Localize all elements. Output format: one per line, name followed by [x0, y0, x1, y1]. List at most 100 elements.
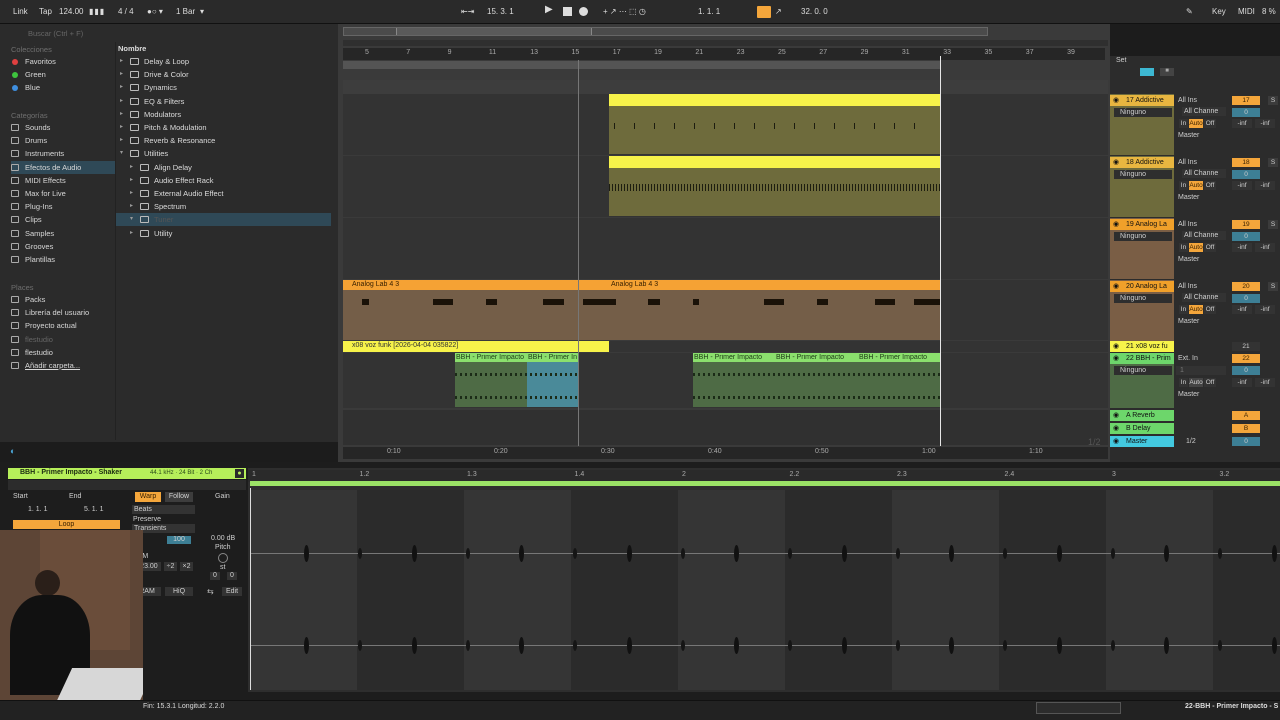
pitch-knob[interactable]: [218, 553, 228, 563]
tree-item[interactable]: ▸ Drive & Color: [116, 68, 331, 81]
category-item[interactable]: Clips: [11, 213, 115, 226]
search-input[interactable]: Buscar (Ctrl + F): [6, 28, 114, 40]
category-item[interactable]: Plantillas: [11, 253, 115, 266]
clip-bbh-3-body[interactable]: [693, 362, 940, 407]
loop-start-field[interactable]: 1. 1. 1: [698, 7, 720, 17]
arrangement-position[interactable]: 15. 3. 1: [487, 7, 514, 17]
quantize-select[interactable]: 1 Bar: [176, 7, 195, 17]
input-type-select[interactable]: All Ins: [1176, 96, 1226, 105]
edit-button[interactable]: Edit: [222, 587, 242, 596]
input-type-select[interactable]: Ext. In: [1176, 354, 1226, 363]
chevron-right-icon[interactable]: ▾: [120, 147, 126, 156]
return-letter-button[interactable]: A: [1232, 411, 1260, 420]
warp-mode-select[interactable]: Beats: [132, 505, 195, 514]
monitor-auto-button[interactable]: Auto: [1189, 119, 1203, 128]
solo-button[interactable]: S: [1268, 220, 1278, 229]
track-fold-icon[interactable]: ◉: [1113, 342, 1119, 350]
tree-item[interactable]: ▸ Pitch & Modulation: [116, 121, 331, 134]
input-type-select[interactable]: All Ins: [1176, 158, 1226, 167]
track-name[interactable]: 20 Analog La: [1126, 283, 1167, 290]
track-fold-icon[interactable]: ◉: [1113, 437, 1119, 445]
cue-out-select[interactable]: 1/2: [1178, 437, 1226, 446]
overview-bar[interactable]: [343, 27, 988, 36]
track-number-button[interactable]: 18: [1232, 158, 1260, 167]
tree-item[interactable]: ▸ External Audio Effect: [116, 187, 331, 200]
track-name[interactable]: 17 Addictive: [1126, 97, 1164, 104]
overdub-icon[interactable]: + ↗ ⋯ ⬚ ◷: [603, 7, 646, 17]
set-button[interactable]: [1140, 68, 1154, 76]
tree-item[interactable]: ▸ Align Delay: [116, 161, 331, 174]
chevron-right-icon[interactable]: ▸: [130, 227, 136, 236]
output-select[interactable]: Master: [1176, 390, 1226, 399]
volume-field[interactable]: 0: [1232, 366, 1260, 375]
pitch-field[interactable]: 0: [210, 572, 220, 580]
follow-icon[interactable]: ⇤⇥: [461, 7, 474, 17]
sync-icon[interactable]: ⇆: [207, 587, 217, 596]
category-item[interactable]: Instruments: [11, 147, 115, 160]
punch-icon[interactable]: ↗: [775, 7, 782, 17]
track-fold-icon[interactable]: ◉: [1113, 220, 1119, 228]
input-type-select[interactable]: All Ins: [1176, 220, 1226, 229]
track-name[interactable]: 21 x08 voz fu: [1126, 343, 1168, 350]
output-select[interactable]: Master: [1176, 131, 1226, 140]
category-item[interactable]: Sounds: [11, 121, 115, 134]
horizontal-scrollbar[interactable]: [1036, 702, 1121, 714]
volume-field[interactable]: 0: [1232, 108, 1260, 117]
collection-item[interactable]: Green: [11, 68, 115, 81]
follow-button[interactable]: Follow: [165, 492, 193, 502]
track-fold-icon[interactable]: ◉: [1113, 424, 1119, 432]
master-volume-field[interactable]: 0: [1232, 437, 1260, 446]
gain-value[interactable]: 0.00 dB: [211, 535, 235, 542]
tree-item[interactable]: ▸ Delay & Loop: [116, 55, 331, 68]
monitor-auto-button[interactable]: Auto: [1189, 181, 1203, 190]
monitor-in-button[interactable]: In: [1179, 243, 1188, 252]
tree-item[interactable]: ▸ Utility: [116, 227, 331, 240]
track-fold-icon[interactable]: ◉: [1113, 96, 1119, 104]
track-name[interactable]: 22 BBH - Prim: [1126, 355, 1171, 362]
time-signature[interactable]: 4 / 4: [118, 7, 134, 17]
chevron-right-icon[interactable]: ▸: [120, 121, 126, 130]
preview-icon[interactable]: ◐: [10, 446, 24, 456]
lock-icon[interactable]: ■: [1160, 68, 1174, 76]
loop-length-field[interactable]: 32. 0. 0: [801, 7, 828, 17]
chevron-right-icon[interactable]: ▸: [130, 200, 136, 209]
chevron-right-icon[interactable]: ▸: [130, 187, 136, 196]
place-item[interactable]: flestudio: [11, 333, 115, 346]
monitor-select[interactable]: Ninguno: [1114, 366, 1172, 375]
track-lane-19[interactable]: [343, 218, 1108, 279]
place-item[interactable]: Packs: [11, 293, 115, 306]
monitor-in-button[interactable]: In: [1179, 305, 1188, 314]
collection-item[interactable]: Blue: [11, 81, 115, 94]
tree-item[interactable]: ▸ Modulators: [116, 108, 331, 121]
input-channel-select[interactable]: All Channe: [1182, 169, 1226, 178]
link-button[interactable]: Link: [13, 7, 28, 17]
clip-18-body[interactable]: [609, 168, 940, 216]
chevron-right-icon[interactable]: ▸: [120, 81, 126, 90]
clip-tabs[interactable]: [8, 480, 246, 490]
metronome-icon[interactable]: ▮▮▮: [89, 7, 105, 17]
monitor-auto-button[interactable]: Auto: [1189, 378, 1203, 387]
tap-button[interactable]: Tap: [39, 7, 52, 17]
chevron-right-icon[interactable]: ▸: [120, 134, 126, 143]
place-item[interactable]: flestudio: [11, 346, 115, 359]
input-channel-select[interactable]: 1: [1176, 366, 1226, 375]
halve-tempo-button[interactable]: ÷2: [164, 562, 177, 571]
chevron-right-icon[interactable]: ▸: [120, 68, 126, 77]
track-name[interactable]: 18 Addictive: [1126, 159, 1164, 166]
clip-20-body[interactable]: [343, 290, 940, 340]
end-field[interactable]: 5. 1. 1: [84, 506, 103, 513]
category-item[interactable]: Grooves: [11, 240, 115, 253]
solo-button[interactable]: S: [1268, 96, 1278, 105]
chevron-right-icon[interactable]: ▸: [130, 161, 136, 170]
input-channel-select[interactable]: All Channe: [1182, 107, 1226, 116]
double-tempo-button[interactable]: ×2: [180, 562, 193, 571]
scrub-area[interactable]: [343, 40, 1108, 46]
track-number-button[interactable]: 19: [1232, 220, 1260, 229]
monitor-off-button[interactable]: Off: [1204, 378, 1216, 387]
track-number-button[interactable]: 22: [1232, 354, 1260, 363]
place-item[interactable]: Proyecto actual: [11, 319, 115, 332]
clip-bbh-1-body[interactable]: [455, 362, 527, 407]
solo-button[interactable]: S: [1268, 282, 1278, 291]
tree-item[interactable]: ▸ Audio Effect Rack: [116, 174, 331, 187]
loop-button[interactable]: Loop: [13, 520, 120, 529]
